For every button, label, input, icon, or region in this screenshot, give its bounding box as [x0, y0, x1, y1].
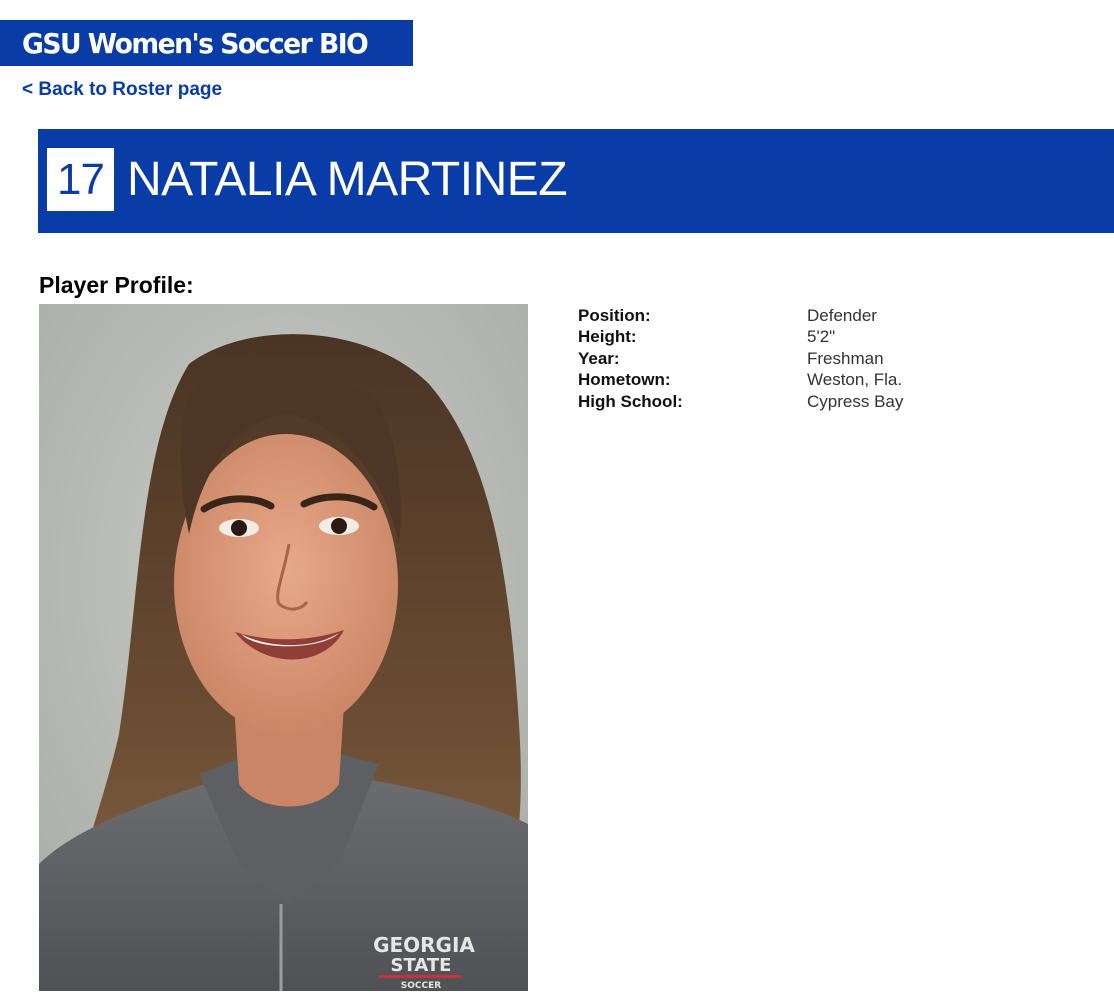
- site-banner: GSU Women's Soccer BIO: [0, 20, 413, 66]
- site-banner-title: GSU Women's Soccer BIO: [22, 26, 369, 60]
- detail-label: Position:: [578, 305, 651, 325]
- jacket-logo-line3: SOCCER: [401, 981, 441, 991]
- jacket-logo-line2: STATE: [391, 955, 452, 976]
- detail-label: Year:: [578, 348, 620, 368]
- player-photo: GEORGIA STATE SOCCER: [39, 304, 528, 991]
- detail-label: Hometown:: [578, 370, 671, 390]
- detail-value: Freshman: [807, 348, 884, 368]
- jersey-number: 17: [47, 148, 114, 211]
- detail-row-position: Position: Defender: [578, 305, 903, 327]
- detail-row-high-school: High School: Cypress Bay: [578, 391, 903, 413]
- player-name: NATALIA MARTINEZ: [127, 153, 568, 206]
- detail-value: Defender: [807, 305, 877, 325]
- detail-label: High School:: [578, 391, 683, 411]
- detail-row-hometown: Hometown: Weston, Fla.: [578, 370, 903, 392]
- back-to-roster-link[interactable]: < Back to Roster page: [22, 79, 222, 101]
- detail-value: 5'2": [807, 327, 836, 347]
- detail-value: Weston, Fla.: [807, 370, 903, 390]
- detail-label: Height:: [578, 327, 637, 347]
- profile-details: Position: Defender Height: 5'2" Year: Fr…: [578, 305, 903, 413]
- detail-row-height: Height: 5'2": [578, 327, 903, 349]
- detail-row-year: Year: Freshman: [578, 348, 903, 370]
- player-header: 17 NATALIA MARTINEZ: [38, 129, 1114, 233]
- jacket-logo-line1: GEORGIA: [373, 933, 475, 957]
- detail-value: Cypress Bay: [807, 391, 904, 411]
- profile-heading: Player Profile:: [39, 272, 194, 298]
